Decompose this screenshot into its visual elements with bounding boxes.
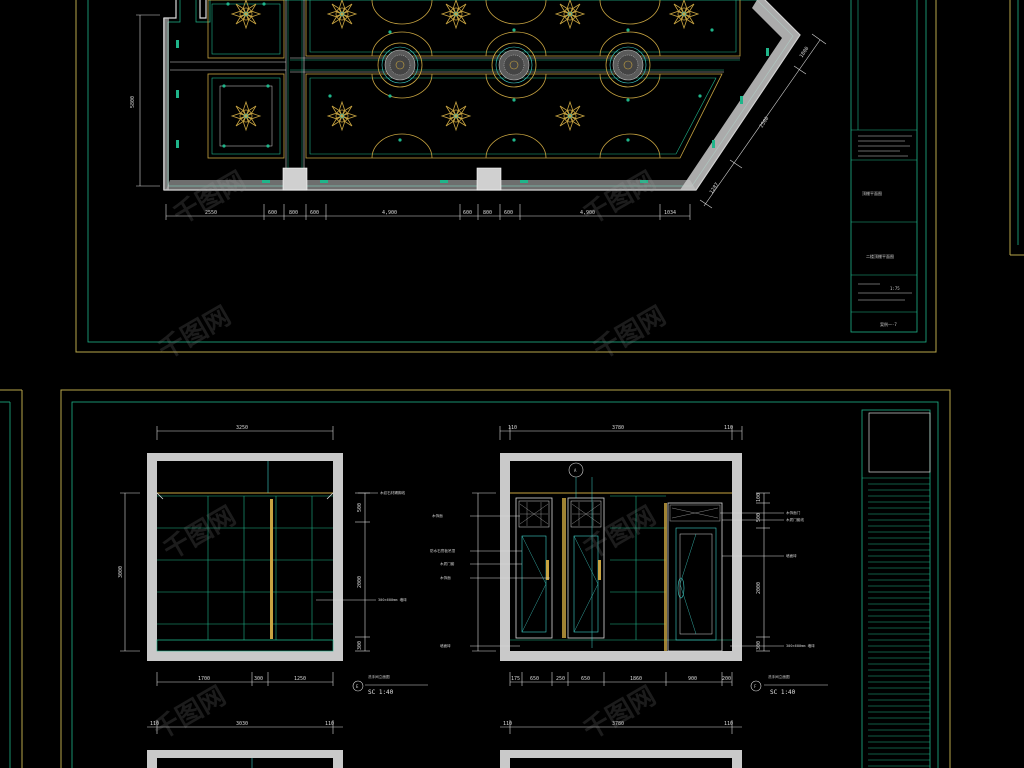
lower-elevations: 110 3030 110 110 3780 110 bbox=[147, 720, 742, 768]
plan-diag-dim-3: 1287 bbox=[709, 182, 721, 195]
elevation-right: A 110 3780 110 100 500 2000 300 175 650 … bbox=[430, 425, 828, 696]
elev-right-bdim-6: 900 bbox=[688, 676, 697, 682]
plan-dim-5: 4,900 bbox=[382, 210, 397, 216]
title-block-bottom bbox=[861, 409, 931, 768]
elev-right-rnote-4: 300×600mm 墙砖 bbox=[786, 643, 815, 648]
elev-right-marker: F bbox=[754, 684, 757, 689]
elev-left-bdim-1: 1700 bbox=[198, 676, 210, 682]
elev-left-rdim-3: 300 bbox=[357, 641, 363, 650]
elev-right-lnote-1: 木饰面 bbox=[432, 513, 443, 518]
elev-left-bdim-3: 1250 bbox=[294, 676, 306, 682]
elev-right-bdim-1: 175 bbox=[511, 676, 520, 682]
elev-right-lnote-3: 木质门套 bbox=[440, 561, 455, 566]
plan-dim-6: 600 bbox=[463, 210, 472, 216]
elev-left-note-1: 木纹石材踢脚线 bbox=[380, 490, 406, 495]
lower-right-dim-3: 110 bbox=[724, 721, 733, 727]
elev-right-bdim-5: 1860 bbox=[630, 676, 642, 682]
elev-right-rnote-3: 墙面砖 bbox=[786, 553, 797, 558]
drawing-scale: 1:75 bbox=[890, 286, 900, 291]
elev-right-scale: SC 1:40 bbox=[770, 689, 796, 696]
svg-text:千图网: 千图网 bbox=[149, 681, 232, 746]
elev-right-title: 洗手间立面图 bbox=[768, 674, 790, 679]
plan-dim-8: 600 bbox=[504, 210, 513, 216]
elev-left-rdim-2: 2000 bbox=[357, 576, 363, 588]
plan-diag-dim-2: 2500 bbox=[759, 116, 771, 129]
plan-dim-4: 600 bbox=[310, 210, 319, 216]
elev-right-bdim-2: 650 bbox=[530, 676, 539, 682]
svg-text:千图网: 千图网 bbox=[169, 166, 252, 231]
elev-left-title: 洗手间立面图 bbox=[368, 674, 390, 679]
drawing-subname: 二楼顶棚平面图 bbox=[866, 253, 894, 259]
elev-right-rdim-1: 100 bbox=[756, 493, 762, 502]
title-block-top: 顶棚平面图 二楼顶棚平面图 1:75 案例一-7 bbox=[850, 0, 918, 333]
elev-right-rnote-2: 木质门套线 bbox=[786, 517, 804, 522]
plan-dim-10: 1034 bbox=[664, 210, 676, 216]
lower-right-dim-1: 110 bbox=[503, 721, 512, 727]
elev-left-marker: E bbox=[356, 684, 359, 689]
elev-right-bdim-4: 650 bbox=[581, 676, 590, 682]
elevation-left: 3250 3000 500 2000 300 1700 300 1250 木纹石… bbox=[118, 425, 428, 696]
elev-right-lnote-4: 木饰面 bbox=[440, 575, 451, 580]
elev-right-rdim-2: 500 bbox=[756, 513, 762, 522]
plan-dim-7: 800 bbox=[483, 210, 492, 216]
svg-text:千图网: 千图网 bbox=[589, 301, 672, 366]
elev-right-rdim-4: 300 bbox=[756, 641, 762, 650]
lower-left-dim-3: 110 bbox=[325, 721, 334, 727]
plan-dim-2: 600 bbox=[268, 210, 277, 216]
lower-left-dim-2: 3030 bbox=[236, 721, 248, 727]
cad-drawing-canvas: 顶棚平面图 二楼顶棚平面图 1:75 案例一-7 5800 2550 600 8… bbox=[0, 0, 1024, 768]
svg-text:千图网: 千图网 bbox=[154, 301, 237, 366]
elev-right-rdim-3: 2000 bbox=[756, 582, 762, 594]
elev-right-bdim-7: 200 bbox=[722, 676, 731, 682]
elev-right-top-dim-2: 3780 bbox=[612, 425, 624, 431]
svg-text:千图网: 千图网 bbox=[579, 681, 662, 746]
bottom-sheet: 3250 3000 500 2000 300 1700 300 1250 木纹石… bbox=[0, 389, 951, 768]
elev-right-top-dim-3: 110 bbox=[724, 425, 733, 431]
plan-left-dim: 5800 bbox=[130, 96, 136, 108]
plan-diag-dim-1: 1800 bbox=[799, 46, 811, 59]
elev-right-bdim-3: 250 bbox=[556, 676, 565, 682]
elev-left-bdim-2: 300 bbox=[254, 676, 263, 682]
elev-left-top-dim: 3250 bbox=[236, 425, 248, 431]
elev-right-top-dim-1: 110 bbox=[508, 425, 517, 431]
elev-left-scale: SC 1:40 bbox=[368, 689, 394, 696]
elev-left-note-2: 300×600mm 墙砖 bbox=[378, 597, 407, 602]
elev-right-lnote-2: 防水石膏板吊顶 bbox=[430, 548, 456, 553]
drawing-name: 顶棚平面图 bbox=[862, 190, 882, 196]
elev-right-rnote-1: 木饰面门 bbox=[786, 510, 801, 515]
elev-right-lnote-5: 墙面砖 bbox=[440, 643, 451, 648]
plan-dim-3: 800 bbox=[289, 210, 298, 216]
sheet-number: 案例一-7 bbox=[880, 321, 897, 327]
elev-left-height-dim: 3000 bbox=[118, 566, 124, 578]
svg-text:千图网: 千图网 bbox=[579, 166, 662, 231]
elev-left-rdim-1: 500 bbox=[357, 503, 363, 512]
